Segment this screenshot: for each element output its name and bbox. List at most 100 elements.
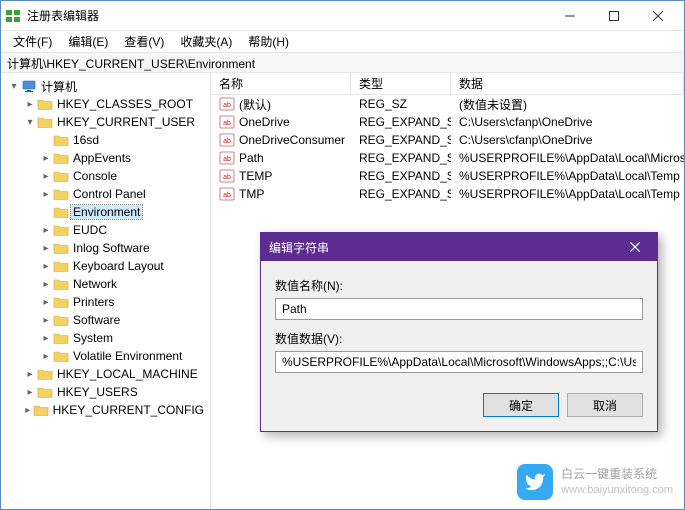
chevron-icon[interactable]	[39, 171, 53, 182]
watermark-sub: www.baiyunxitong.com	[561, 483, 673, 497]
address-bar[interactable]: 计算机\HKEY_CURRENT_USER\Environment	[1, 53, 684, 73]
string-value-icon: ab	[219, 133, 235, 147]
menu-favorites[interactable]: 收藏夹(A)	[172, 31, 240, 52]
col-header-type[interactable]: 类型	[351, 73, 451, 94]
tree-item-label: Printers	[71, 295, 116, 309]
list-row[interactable]: abTMPREG_EXPAND_SZ%USERPROFILE%\AppData\…	[211, 185, 684, 203]
col-header-name[interactable]: 名称	[211, 73, 351, 94]
chevron-icon[interactable]	[23, 369, 37, 380]
value-data-input[interactable]	[275, 351, 643, 373]
string-value-icon: ab	[219, 115, 235, 129]
folder-icon	[53, 169, 69, 183]
ok-button[interactable]: 确定	[483, 393, 559, 417]
chevron-icon[interactable]	[23, 99, 37, 110]
tree-item-label: Keyboard Layout	[71, 259, 166, 273]
chevron-down-icon[interactable]	[7, 81, 21, 92]
menubar: 文件(F) 编辑(E) 查看(V) 收藏夹(A) 帮助(H)	[1, 31, 684, 53]
tree-item[interactable]: AppEvents	[1, 149, 210, 167]
dialog-buttons: 确定 取消	[261, 385, 657, 431]
svg-text:ab: ab	[223, 138, 231, 145]
tree-item[interactable]: 16sd	[1, 131, 210, 149]
list-row[interactable]: abOneDriveREG_EXPAND_SZC:\Users\cfanp\On…	[211, 113, 684, 131]
svg-text:ab: ab	[223, 156, 231, 163]
tree-item[interactable]: Inlog Software	[1, 239, 210, 257]
watermark-title: 白云一键重装系统	[561, 467, 673, 483]
tree-item[interactable]: HKEY_USERS	[1, 383, 210, 401]
tree-item[interactable]: EUDC	[1, 221, 210, 239]
chevron-icon[interactable]	[39, 315, 53, 326]
list-row[interactable]: ab(默认)REG_SZ(数值未设置)	[211, 95, 684, 113]
tree-item[interactable]: Console	[1, 167, 210, 185]
cell-data: C:\Users\cfanp\OneDrive	[451, 115, 684, 129]
folder-icon	[53, 349, 69, 363]
tree-item[interactable]: Volatile Environment	[1, 347, 210, 365]
list-rows: ab(默认)REG_SZ(数值未设置)abOneDriveREG_EXPAND_…	[211, 95, 684, 203]
tree-item[interactable]: HKEY_LOCAL_MACHINE	[1, 365, 210, 383]
maximize-button[interactable]	[592, 2, 636, 30]
tree-item[interactable]: Printers	[1, 293, 210, 311]
folder-icon	[37, 115, 53, 129]
folder-icon	[37, 367, 53, 381]
cell-data: C:\Users\cfanp\OneDrive	[451, 133, 684, 147]
menu-edit[interactable]: 编辑(E)	[60, 31, 116, 52]
minimize-button[interactable]	[548, 2, 592, 30]
cancel-button[interactable]: 取消	[567, 393, 643, 417]
chevron-icon[interactable]	[39, 261, 53, 272]
dialog-titlebar[interactable]: 编辑字符串	[261, 233, 657, 261]
tree-item[interactable]: HKEY_CURRENT_USER	[1, 113, 210, 131]
tree-item[interactable]: Network	[1, 275, 210, 293]
col-header-data[interactable]: 数据	[451, 73, 684, 94]
value-data-label: 数值数据(V):	[275, 330, 643, 347]
tree-item[interactable]: HKEY_CLASSES_ROOT	[1, 95, 210, 113]
chevron-icon[interactable]	[39, 225, 53, 236]
folder-icon	[37, 97, 53, 111]
cell-name-text: (默认)	[239, 96, 271, 113]
list-row[interactable]: abPathREG_EXPAND_SZ%USERPROFILE%\AppData…	[211, 149, 684, 167]
dialog-body: 数值名称(N): 数值数据(V):	[261, 261, 657, 385]
menu-file[interactable]: 文件(F)	[5, 31, 60, 52]
chevron-icon[interactable]	[23, 117, 37, 128]
list-row[interactable]: abTEMPREG_EXPAND_SZ%USERPROFILE%\AppData…	[211, 167, 684, 185]
value-name-input[interactable]	[275, 298, 643, 320]
tree-root[interactable]: 计算机	[1, 77, 210, 95]
cell-type: REG_EXPAND_SZ	[351, 151, 451, 165]
folder-icon	[53, 331, 69, 345]
dialog-title: 编辑字符串	[269, 239, 621, 256]
close-button[interactable]	[636, 2, 680, 30]
chevron-icon[interactable]	[39, 351, 53, 362]
chevron-icon[interactable]	[39, 297, 53, 308]
chevron-icon[interactable]	[23, 387, 37, 398]
watermark: 白云一键重装系统 www.baiyunxitong.com	[517, 464, 673, 500]
chevron-icon[interactable]	[23, 405, 33, 416]
tree-item[interactable]: Keyboard Layout	[1, 257, 210, 275]
tree-item[interactable]: Software	[1, 311, 210, 329]
menu-help[interactable]: 帮助(H)	[240, 31, 297, 52]
tree-item-label: Console	[71, 169, 119, 183]
cell-name: abOneDriveConsumer	[211, 133, 351, 147]
chevron-icon[interactable]	[39, 189, 53, 200]
cell-type: REG_EXPAND_SZ	[351, 115, 451, 129]
chevron-icon[interactable]	[39, 333, 53, 344]
cell-name: ab(默认)	[211, 96, 351, 113]
list-row[interactable]: abOneDriveConsumerREG_EXPAND_SZC:\Users\…	[211, 131, 684, 149]
svg-text:ab: ab	[223, 120, 231, 127]
tree-panel[interactable]: 计算机HKEY_CLASSES_ROOTHKEY_CURRENT_USER16s…	[1, 73, 211, 509]
tree-item[interactable]: Control Panel	[1, 185, 210, 203]
menu-view[interactable]: 查看(V)	[116, 31, 172, 52]
dialog-close-button[interactable]	[621, 236, 649, 258]
string-value-icon: ab	[219, 169, 235, 183]
tree-item-label: AppEvents	[71, 151, 133, 165]
tree-item[interactable]: HKEY_CURRENT_CONFIG	[1, 401, 210, 419]
chevron-icon[interactable]	[39, 243, 53, 254]
cell-data: (数值未设置)	[451, 96, 684, 113]
folder-icon	[53, 277, 69, 291]
svg-text:ab: ab	[223, 174, 231, 181]
tree-item[interactable]: Environment	[1, 203, 210, 221]
tree-item[interactable]: System	[1, 329, 210, 347]
titlebar[interactable]: 注册表编辑器	[1, 1, 684, 31]
chevron-icon[interactable]	[39, 153, 53, 164]
chevron-icon[interactable]	[39, 279, 53, 290]
folder-icon	[53, 151, 69, 165]
tree-item-label: Volatile Environment	[71, 349, 184, 363]
folder-icon	[53, 259, 69, 273]
